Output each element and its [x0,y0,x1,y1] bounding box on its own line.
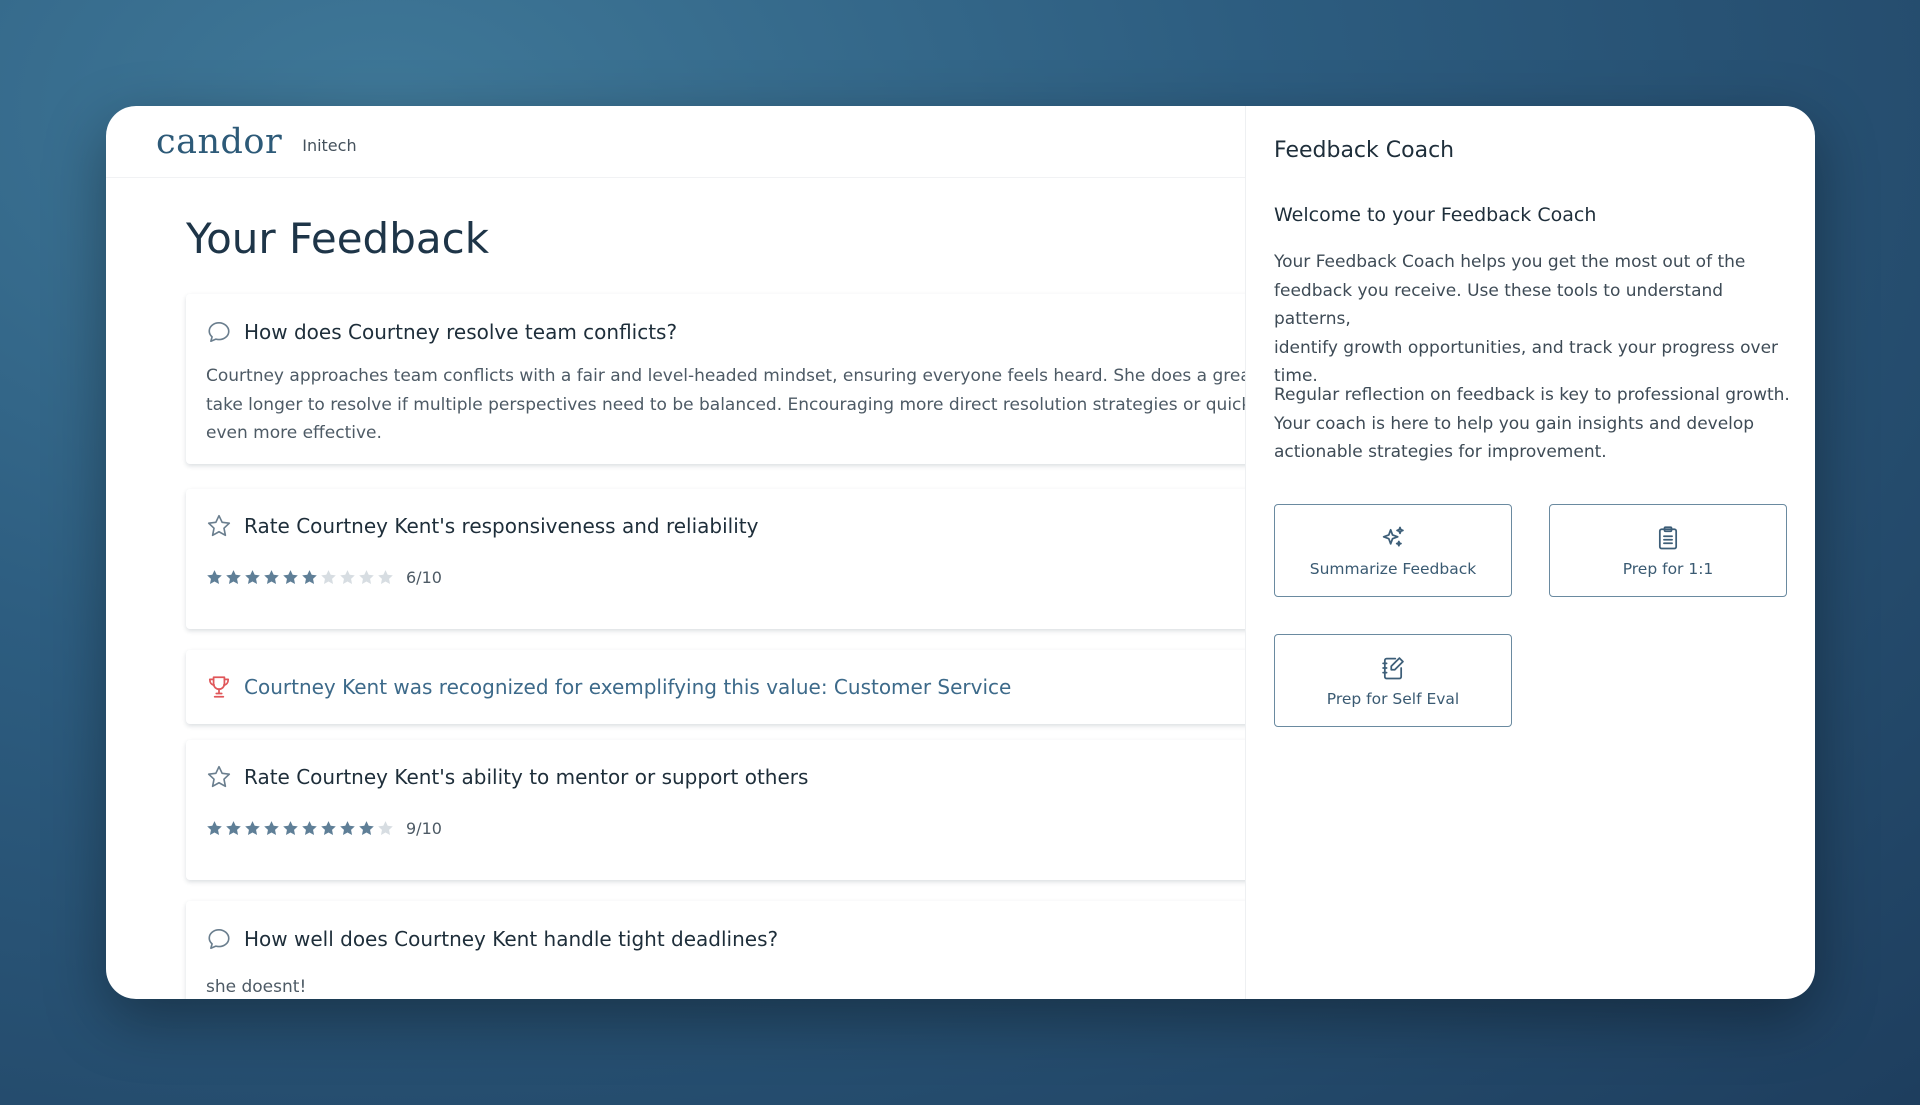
paragraph-line: identify growth opportunities, and track… [1274,337,1779,358]
rating-value: 6/10 [406,568,442,587]
star-filled-icon [302,821,317,836]
star-filled-icon [226,821,241,836]
feedback-card-header: How does Courtney resolve team conflicts… [206,319,677,345]
star-empty-icon [378,570,393,585]
summarize-feedback-button[interactable]: Summarize Feedback [1274,504,1512,597]
feedback-card-rating: Rate Courtney Kent's ability to mentor o… [186,740,1245,880]
answer-line: even more effective. [206,423,382,443]
feedback-main: candor Initech Your Feedback How does Co… [106,106,1246,999]
coach-welcome-heading: Welcome to your Feedback Coach [1274,204,1597,226]
star-filled-icon [264,821,279,836]
speech-bubble-icon [208,928,230,950]
org-name: Initech [302,136,357,155]
prep-for-self-eval-button[interactable]: Prep for Self Eval [1274,634,1512,727]
star-filled-icon [283,570,298,585]
feedback-answer: Courtney approaches team conflicts with … [206,362,1246,448]
star-empty-icon [340,570,355,585]
star-rating: 9/10 [206,819,442,838]
feedback-card-question: How does Courtney resolve team conflicts… [186,294,1246,464]
prep-for-one-on-one-button[interactable]: Prep for 1:1 [1549,504,1787,597]
notepad-edit-icon [1382,656,1404,679]
candor-logo[interactable]: candor [156,122,282,162]
star-outline-icon [207,514,231,537]
feedback-card-recognition: Courtney Kent was recognized for exempli… [186,650,1245,724]
feedback-card-header: How well does Courtney Kent handle tight… [206,926,778,952]
clipboard-icon [1658,525,1678,549]
coach-title: Feedback Coach [1274,138,1455,163]
trophy-icon [208,676,230,698]
answer-line: Courtney approaches team conflicts with … [206,366,1246,386]
feedback-card-header: Courtney Kent was recognized for exempli… [206,674,1011,700]
feedback-question-title: How well does Courtney Kent handle tight… [244,927,779,951]
star-empty-icon [359,570,374,585]
feedback-card-header: Rate Courtney Kent's ability to mentor o… [206,764,808,790]
recognition-text: Courtney Kent was recognized for exempli… [244,675,1012,699]
star-filled-icon [321,821,336,836]
star-rating: 6/10 [206,568,442,587]
paragraph-line: Your coach is here to help you gain insi… [1274,413,1755,434]
star-empty-icon [378,821,393,836]
feedback-coach-panel: Feedback Coach Welcome to your Feedback … [1246,106,1815,999]
star-empty-icon [321,570,336,585]
app-window: candor Initech Your Feedback How does Co… [106,106,1815,999]
top-bar: candor Initech [106,106,1245,178]
answer-line: take longer to resolve if multiple persp… [206,394,1246,415]
star-filled-icon [283,821,298,836]
rating-value: 9/10 [406,819,442,838]
feedback-card-rating: Rate Courtney Kent's responsiveness and … [186,489,1245,629]
paragraph-line: Your Feedback Coach helps you get the mo… [1274,252,1746,272]
sparkle-icon [1382,526,1404,547]
star-filled-icon [264,570,279,585]
coach-reflection-paragraph: Regular reflection on feedback is key to… [1274,381,1794,467]
star-filled-icon [207,570,222,585]
feedback-card-header: Rate Courtney Kent's responsiveness and … [206,513,758,539]
star-outline-icon [207,765,231,788]
star-filled-icon [207,821,222,836]
tool-label: Prep for Self Eval [1326,689,1460,708]
feedback-card-question: How well does Courtney Kent handle tight… [186,901,1245,999]
tool-label: Prep for 1:1 [1622,559,1714,578]
star-filled-icon [302,570,317,585]
paragraph-line: feedback you receive. Use these tools to… [1274,280,1724,330]
feedback-question-title: Rate Courtney Kent's ability to mentor o… [244,765,809,789]
speech-bubble-icon [208,321,230,343]
feedback-answer: she doesnt! [206,973,306,999]
feedback-question-title: How does Courtney resolve team conflicts… [244,320,678,344]
coach-intro-paragraph: Your Feedback Coach helps you get the mo… [1274,248,1794,391]
paragraph-line: actionable strategies for improvement. [1274,442,1607,462]
paragraph-line: Regular reflection on feedback is key to… [1274,385,1790,405]
answer-line: she doesnt! [206,977,307,997]
star-filled-icon [245,821,260,836]
tool-label: Summarize Feedback [1309,559,1477,578]
star-filled-icon [226,570,241,585]
star-filled-icon [359,821,374,836]
page-title: Your Feedback [186,214,490,263]
star-filled-icon [340,821,355,836]
star-filled-icon [245,570,260,585]
feedback-question-title: Rate Courtney Kent's responsiveness and … [244,514,759,538]
